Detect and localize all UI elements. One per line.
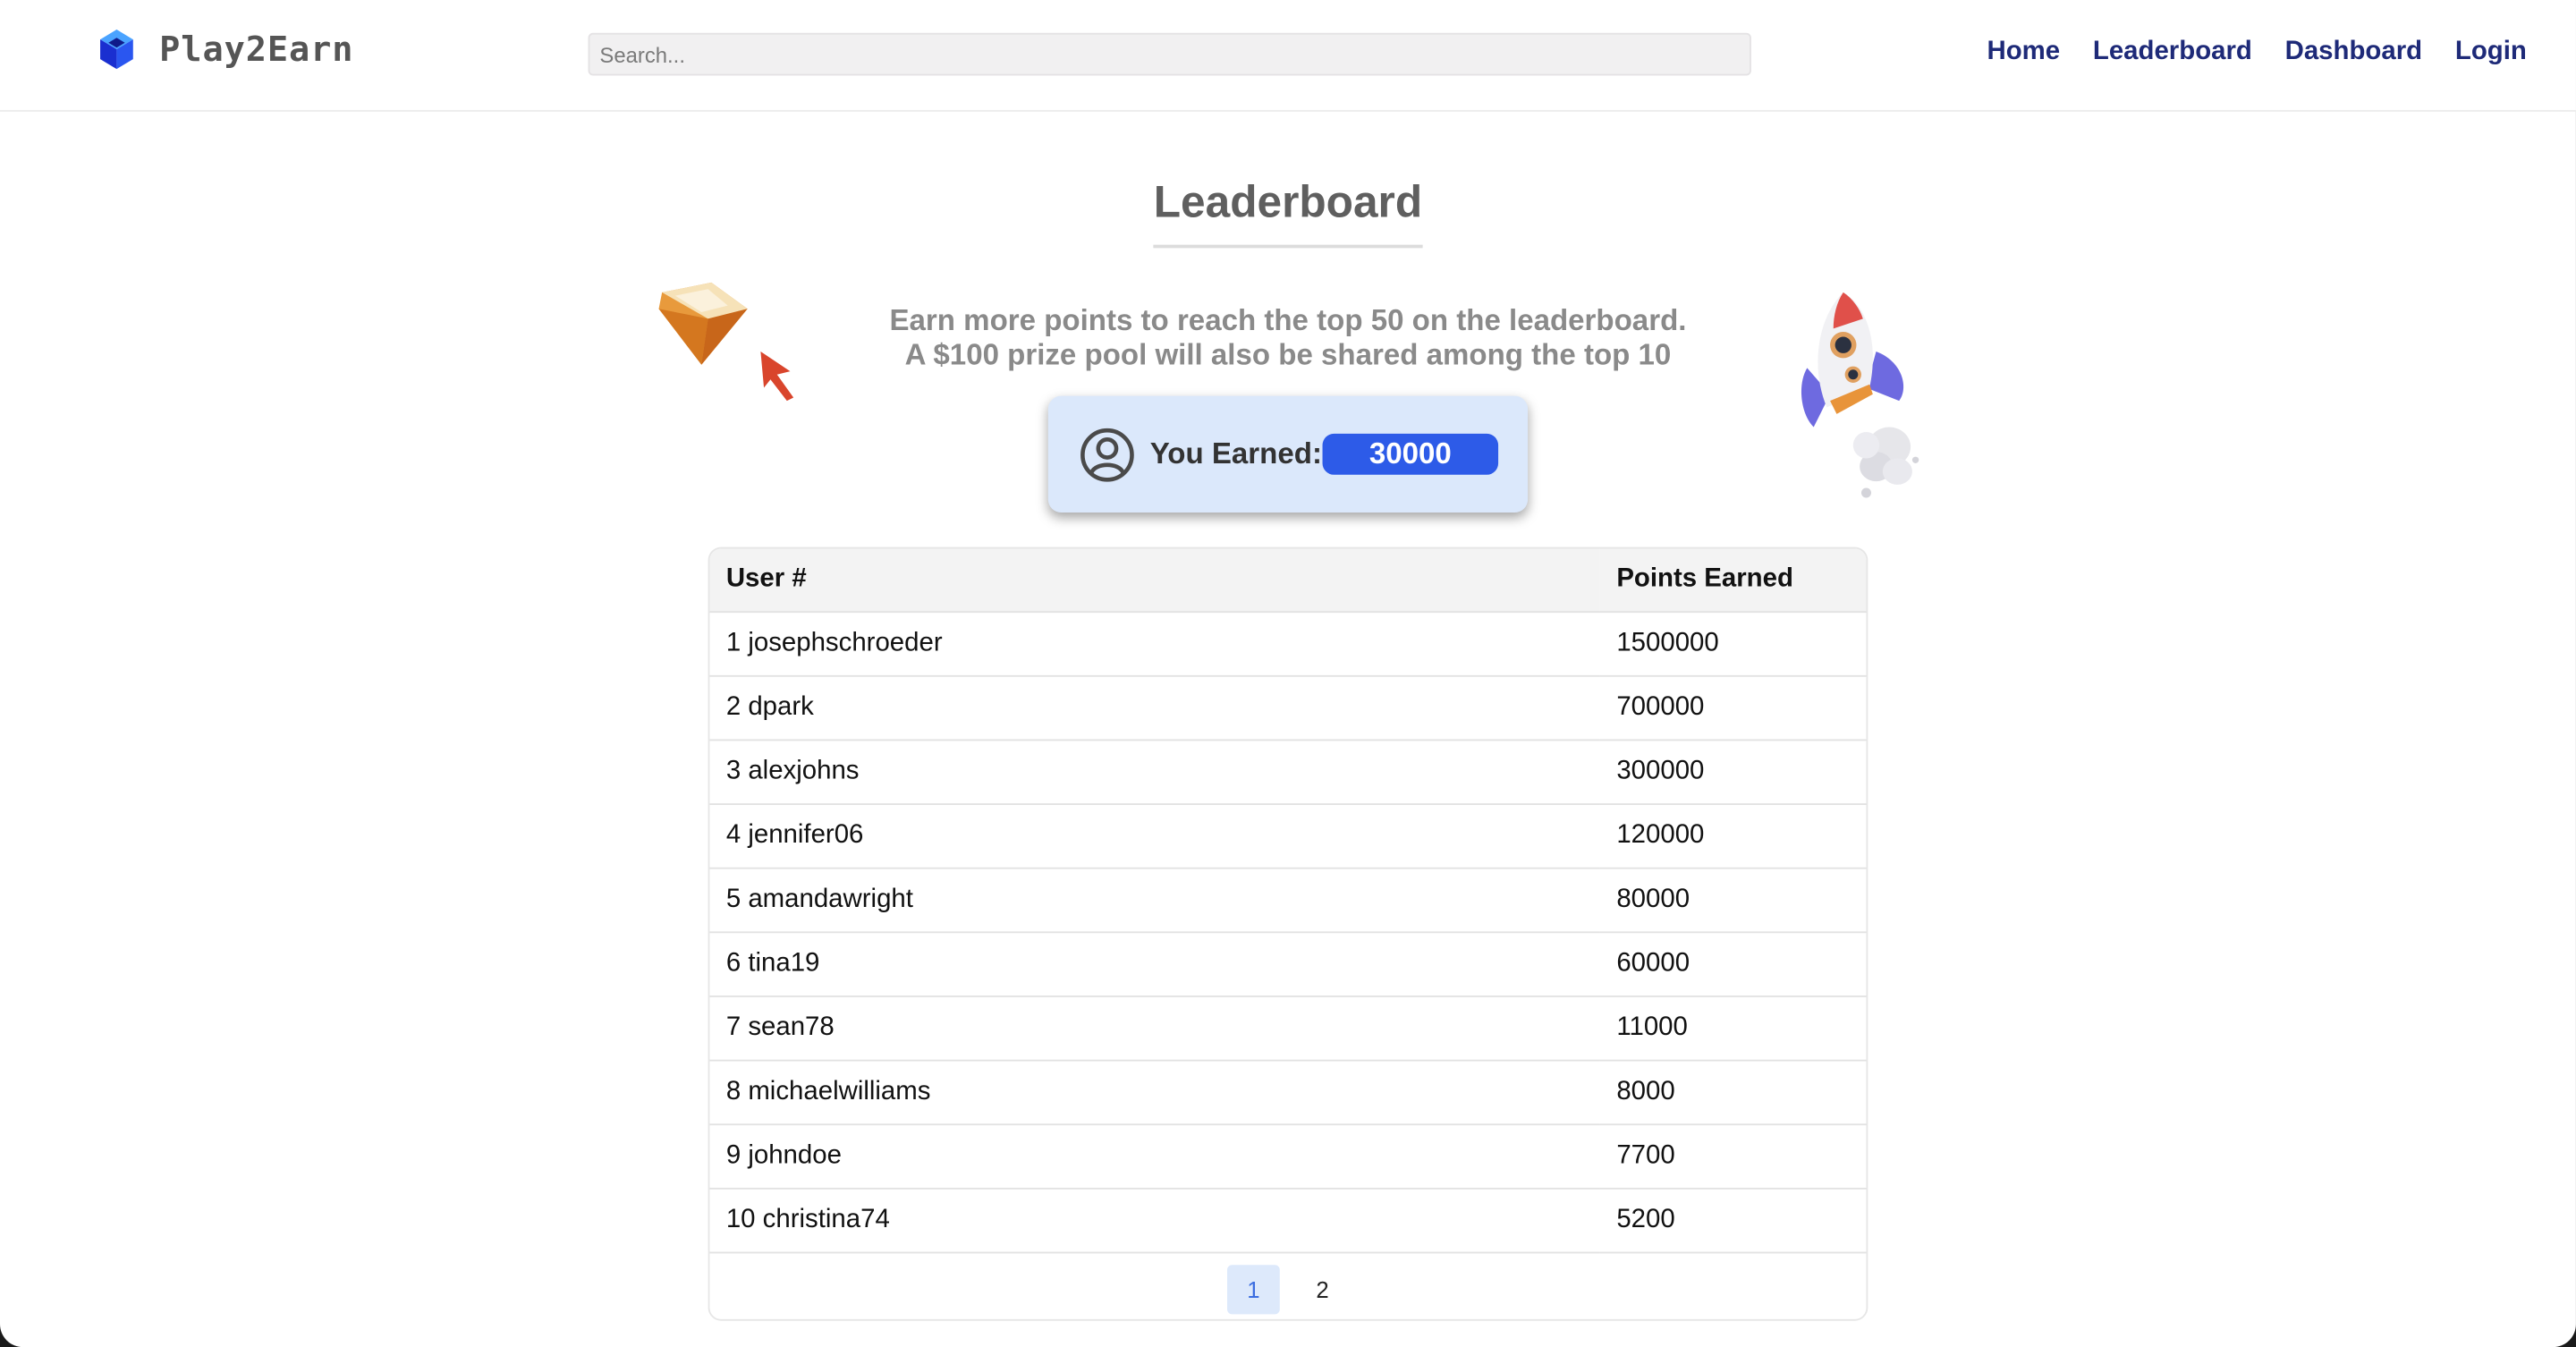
cell-points: 5200: [1599, 1188, 1867, 1254]
cell-points: 8000: [1599, 1060, 1867, 1126]
table-row[interactable]: 9 johndoe 7700: [709, 1124, 1867, 1190]
table-row[interactable]: 5 amandawright 80000: [709, 868, 1867, 934]
nav-leaderboard-link[interactable]: Leaderboard: [2093, 38, 2252, 67]
cell-user: 1 josephschroeder: [709, 612, 1600, 677]
cell-points: 300000: [1599, 740, 1867, 805]
cell-points: 11000: [1599, 995, 1867, 1062]
leaderboard-grid: User # Points Earned 1 josephschroeder 15…: [709, 548, 1867, 1254]
cell-points: 7700: [1599, 1124, 1867, 1190]
subtitle-line-2: A $100 prize pool will also be shared am…: [904, 338, 1672, 372]
nav-dashboard-link[interactable]: Dashboard: [2285, 38, 2423, 67]
pagination: 1 2: [709, 1257, 1866, 1319]
cell-user: 7 sean78: [709, 995, 1600, 1062]
leaderboard-table: User # Points Earned 1 josephschroeder 15…: [708, 546, 1868, 1321]
cell-user: 9 johndoe: [709, 1124, 1600, 1190]
earned-label: You Earned:: [1149, 436, 1322, 470]
cell-user: 10 christina74: [709, 1188, 1600, 1254]
cell-points: 1500000: [1599, 612, 1867, 677]
earned-card: You Earned: 30000: [1047, 395, 1529, 513]
table-header-row: User # Points Earned: [709, 548, 1867, 614]
cell-user: 8 michaelwilliams: [709, 1060, 1600, 1126]
rocket-icon: [1801, 292, 1919, 498]
table-row[interactable]: 8 michaelwilliams 8000: [709, 1060, 1867, 1126]
column-header-user[interactable]: User #: [709, 548, 1600, 614]
user-circle-icon: [1080, 428, 1134, 482]
cell-points: 80000: [1599, 868, 1867, 934]
nav-login-link[interactable]: Login: [2455, 38, 2527, 67]
table-row[interactable]: 10 christina74 5200: [709, 1188, 1867, 1254]
page-title: Leaderboard: [0, 177, 2576, 249]
table-row[interactable]: 1 josephschroeder 1500000: [709, 612, 1867, 677]
cube-logo-icon: [100, 30, 133, 70]
table-row[interactable]: 2 dpark 700000: [709, 675, 1867, 741]
cell-user: 5 amandawright: [709, 868, 1600, 934]
logo[interactable]: Play2Earn: [98, 28, 353, 71]
cell-user: 2 dpark: [709, 675, 1600, 741]
earned-value-badge: 30000: [1322, 433, 1499, 475]
search-input[interactable]: [588, 32, 1751, 76]
leaderboard-page: Play2Earn Home Leaderboard Dashboard Log…: [0, 0, 2576, 1347]
table-row[interactable]: 7 sean78 11000: [709, 995, 1867, 1062]
nav-home-link[interactable]: Home: [1987, 38, 2060, 67]
site-header: Play2Earn Home Leaderboard Dashboard Log…: [0, 0, 2576, 112]
main-nav: Home Leaderboard Dashboard Login: [1954, 38, 2527, 67]
table-row[interactable]: 3 alexjohns 300000: [709, 740, 1867, 805]
cell-points: 120000: [1599, 804, 1867, 869]
logo-text: Play2Earn: [159, 30, 354, 70]
cell-points: 60000: [1599, 932, 1867, 997]
page-button-2[interactable]: 2: [1296, 1265, 1349, 1314]
table-row[interactable]: 6 tina19 60000: [709, 932, 1867, 997]
cell-user: 6 tina19: [709, 932, 1600, 997]
subtitle-line-1: Earn more points to reach the top 50 on …: [889, 303, 1687, 337]
page-title-text: Leaderboard: [1153, 177, 1423, 249]
cell-user: 3 alexjohns: [709, 740, 1600, 805]
table-row[interactable]: 4 jennifer06 120000: [709, 804, 1867, 869]
subtitle: Earn more points to reach the top 50 on …: [0, 304, 2576, 373]
cell-points: 700000: [1599, 675, 1867, 741]
page-button-1[interactable]: 1: [1227, 1265, 1280, 1315]
cell-user: 4 jennifer06: [709, 804, 1600, 869]
column-header-points[interactable]: Points Earned: [1599, 548, 1867, 614]
